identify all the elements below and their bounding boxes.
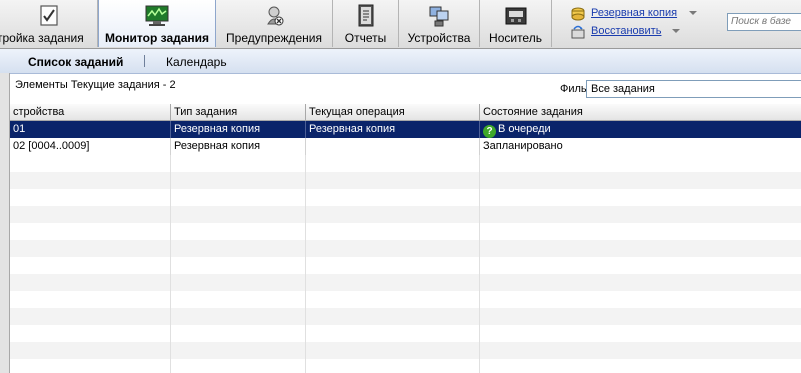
cell-operation [306,138,480,155]
left-pane-edge[interactable] [0,73,10,373]
table-row[interactable]: 01 Резервная копия Резервная копия ? В оч… [10,121,801,138]
devices-label: Устройства [407,31,471,45]
backup-dropdown-arrow-icon[interactable] [689,11,697,15]
job-setup-label: тройка задания [0,31,84,45]
tab-calendar[interactable]: Календарь [166,55,227,69]
alerts-icon [267,6,284,26]
job-monitor-label: Монитор задания [104,31,210,45]
media-label: Носитель [489,31,542,45]
empty-row-stripe [10,172,801,189]
side-actions: Резервная копия Восстановить [566,4,716,44]
status-text: В очереди [498,123,551,135]
empty-row-stripe [10,240,801,257]
search-input[interactable]: Поиск в базе [727,13,801,31]
job-setup-button[interactable]: тройка задания [0,0,98,47]
empty-row-stripe [10,274,801,291]
table-row[interactable]: 02 [0004..0009] Резервная копия Запланир… [10,138,801,155]
devices-button[interactable]: Устройства [399,0,480,47]
reports-label: Отчеты [344,31,387,45]
column-header-status[interactable]: Состояние задания [480,104,801,120]
cell-job-type: Резервная копия [171,121,306,138]
cell-job-type: Резервная копия [171,138,306,155]
empty-row-stripe [10,308,801,325]
backup-link[interactable]: Резервная копия [591,7,677,19]
table-body: 01 Резервная копия Резервная копия ? В оч… [10,121,801,373]
cell-status: ? В очереди [480,121,801,138]
restore-action[interactable]: Восстановить [566,24,716,40]
devices-icon [429,6,449,27]
cell-operation: Резервная копия [306,121,480,138]
table-header: стройства Тип задания Текущая операция С… [10,104,801,121]
restore-icon [571,25,585,39]
column-divider [305,121,306,373]
backup-action[interactable]: Резервная копия [566,6,716,22]
empty-row-stripe [10,206,801,223]
main-toolbar: тройка задания Монитор задания Предупреж… [0,0,801,49]
reports-button[interactable]: Отчеты [333,0,399,47]
column-header-operation[interactable]: Текущая операция [306,104,480,120]
queued-status-icon: ? [483,125,496,138]
column-divider [170,121,171,373]
media-icon [505,7,526,25]
tab-job-list[interactable]: Список заданий [28,55,123,69]
cell-status: Запланировано [483,140,563,152]
subtab-bar: Список заданий Календарь [0,49,801,74]
restore-link[interactable]: Восстановить [591,25,661,37]
job-monitor-icon [145,5,169,26]
alerts-button[interactable]: Предупреждения [216,0,333,47]
job-monitor-button[interactable]: Монитор задания [98,0,216,47]
column-header-device[interactable]: стройства [10,104,171,120]
column-divider [479,121,480,373]
backup-icon [571,7,585,21]
column-header-job-type[interactable]: Тип задания [171,104,306,120]
cell-device: 01 [10,121,171,138]
cell-device: 02 [0004..0009] [10,138,171,155]
reports-icon [358,4,373,27]
info-bar: Элементы Текущие задания - 2 Фильтр: Все… [10,74,801,104]
empty-row-stripe [10,342,801,359]
job-setup-icon [39,5,58,26]
media-button[interactable]: Носитель [480,0,552,47]
alerts-label: Предупреждения [226,31,322,45]
jobs-table: стройства Тип задания Текущая операция С… [10,104,801,373]
items-count-label: Элементы Текущие задания - 2 [15,79,176,91]
restore-dropdown-arrow-icon[interactable] [672,29,680,33]
tab-separator [144,55,145,67]
filter-select[interactable]: Все задания [586,80,801,98]
